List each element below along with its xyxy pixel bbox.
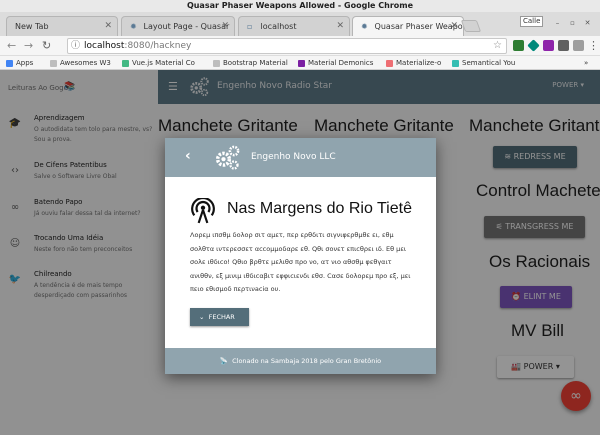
bookmark-item[interactable]: Vue.js Material Co <box>122 56 195 70</box>
dialog-header: ‹ Engenho Novo LLC <box>165 138 436 177</box>
close-icon[interactable]: ✕ <box>336 17 344 36</box>
dialog-title: Engenho Novo LLC <box>251 152 336 162</box>
chevron-left-icon[interactable]: ‹ <box>185 148 191 164</box>
maximize-icon[interactable]: ▫ <box>567 18 578 29</box>
chevron-right-icon[interactable]: » <box>584 56 588 70</box>
extension-icon[interactable] <box>558 40 569 51</box>
bookmark-item[interactable]: Materialize-o <box>386 56 441 70</box>
antenna-icon <box>191 198 215 224</box>
browser-toolbar: ← → ↻ ⓘ localhost:8080/hackney ☆ ⋮ <box>0 36 600 56</box>
tab-label: Layout Page - Quasar <box>143 22 230 31</box>
address-bar[interactable]: ⓘ localhost:8080/hackney ☆ <box>67 38 507 54</box>
vue-icon <box>122 59 129 67</box>
close-dialog-button[interactable]: ⌄ FECHAR <box>190 308 249 326</box>
cogs-icon <box>215 145 240 170</box>
dialog-footer: 📡 Clonado na Sambaja 2018 pelo Gran Bret… <box>165 348 436 374</box>
tab-label: Quasar Phaser Weapo <box>374 22 463 31</box>
minimize-icon[interactable]: – <box>552 18 563 29</box>
dialog-body-text: Λορεμ ιπσθμ δολορ σιτ αμετ, περ ερθδιτι … <box>190 231 411 293</box>
menu-icon[interactable]: ⋮ <box>588 38 599 54</box>
tab-strip: New Tab ✕ ✹ Layout Page - Quasar ✕ ▫ loc… <box>0 12 600 36</box>
material-icon <box>298 59 305 67</box>
page: Leituras Ao Gogo 📚 🎓 Aprendizagem O auto… <box>0 70 600 435</box>
bookmark-star-icon[interactable]: ☆ <box>493 39 502 53</box>
modal-dialog: ‹ Engenho Novo LLC Nas Margens do Rio Ti… <box>165 138 436 374</box>
tab-localhost[interactable]: ▫ localhost ✕ <box>238 16 350 36</box>
close-icon[interactable]: ✕ <box>221 17 229 36</box>
extension-icon[interactable] <box>573 40 584 51</box>
page-icon: ▫ <box>247 21 253 31</box>
window-title: Quasar Phaser Weapons Allowed - Google C… <box>0 0 600 12</box>
close-icon[interactable]: ✕ <box>450 17 458 36</box>
tab-label: New Tab <box>15 22 49 31</box>
dialog-heading: Nas Margens do Rio Tietê <box>227 200 412 217</box>
url-path: :8080/hackney <box>124 41 192 51</box>
reload-icon[interactable]: ↻ <box>42 38 51 54</box>
tab-quasar-phaser[interactable]: ✹ Quasar Phaser Weapo ✕ <box>352 16 464 36</box>
semantic-icon <box>452 59 459 67</box>
extension-icon[interactable] <box>513 40 524 51</box>
tab-label: localhost <box>260 22 297 31</box>
quasar-logo-icon: ✹ <box>361 21 368 31</box>
tab-layout-page[interactable]: ✹ Layout Page - Quasar ✕ <box>121 16 235 36</box>
extension-icon[interactable] <box>527 39 540 52</box>
close-window-icon[interactable]: ✕ <box>582 18 593 29</box>
tab-new-tab[interactable]: New Tab ✕ <box>6 16 118 36</box>
apps-icon <box>6 59 13 67</box>
back-icon[interactable]: ← <box>7 38 16 54</box>
quasar-logo-icon: ✹ <box>130 21 137 31</box>
bookmark-item[interactable]: Awesomes W3 <box>50 56 111 70</box>
bookmark-item[interactable]: Semantical You <box>452 56 515 70</box>
materialize-icon <box>386 59 393 67</box>
close-icon[interactable]: ✕ <box>104 17 112 36</box>
chevron-down-icon: ⌄ <box>199 313 205 321</box>
bookmark-apps[interactable]: Apps <box>6 56 33 70</box>
page-icon <box>50 59 57 67</box>
bookmarks-bar: Apps Awesomes W3 Vue.js Material Co Boot… <box>0 56 600 70</box>
satellite-dish-icon: 📡 <box>219 357 228 365</box>
bookmark-item[interactable]: Bootstrap Material <box>213 56 288 70</box>
url-host: localhost <box>84 41 125 51</box>
new-tab-button[interactable] <box>460 20 482 32</box>
bookmark-item[interactable]: Material Demonics <box>298 56 373 70</box>
info-icon[interactable]: ⓘ <box>71 39 80 53</box>
forward-icon[interactable]: → <box>24 38 33 54</box>
profile-button[interactable]: Calle <box>520 16 544 27</box>
page-icon <box>213 59 220 67</box>
extension-icon[interactable] <box>543 40 554 51</box>
